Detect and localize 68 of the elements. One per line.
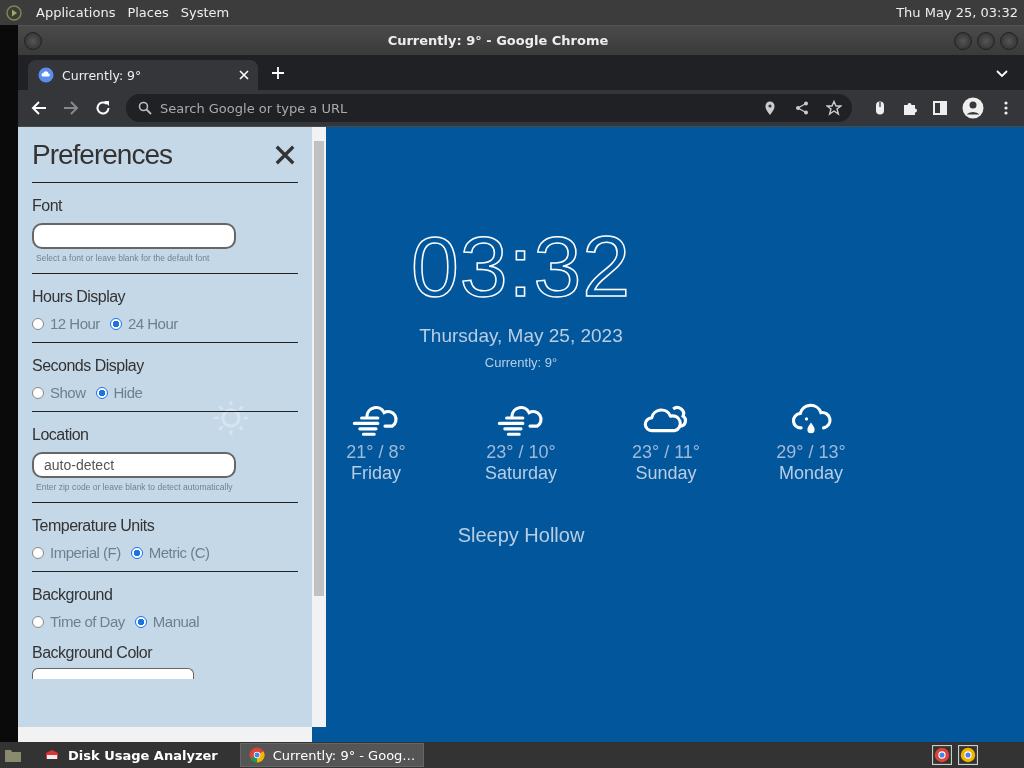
new-tab-icon[interactable] bbox=[270, 64, 286, 81]
radio-button[interactable] bbox=[109, 317, 122, 330]
setting-label: Temperature Units bbox=[32, 517, 156, 535]
radio-button[interactable] bbox=[32, 615, 44, 628]
panel-title: Preferences bbox=[32, 139, 172, 171]
cloud-icon bbox=[38, 67, 54, 83]
option-label[interactable]: Time of Day bbox=[50, 613, 125, 630]
profile-icon[interactable] bbox=[962, 97, 984, 119]
star-icon[interactable] bbox=[826, 100, 842, 116]
back-icon[interactable] bbox=[30, 99, 48, 117]
radio-button[interactable] bbox=[134, 615, 147, 628]
panel-menu[interactable]: Applications bbox=[36, 5, 116, 20]
menu-logo-icon[interactable] bbox=[6, 4, 22, 21]
option-label[interactable]: 24 Hour bbox=[127, 315, 178, 332]
setting-label: Background bbox=[32, 586, 114, 604]
close-icon[interactable] bbox=[274, 144, 296, 166]
temperature-range: 23° / 11° bbox=[631, 442, 701, 463]
chrome-icon bbox=[248, 747, 265, 763]
scrollbar[interactable] bbox=[312, 127, 326, 727]
day-name: Sunday bbox=[635, 463, 697, 484]
radio-button[interactable] bbox=[95, 386, 108, 399]
taskbar-item[interactable]: Currently: 9° - Goog… bbox=[239, 743, 425, 767]
setting-label: Location bbox=[32, 426, 90, 444]
option-label[interactable]: Metric (C) bbox=[148, 544, 210, 561]
help-text: Enter zip code or leave blank to detect automatically bbox=[36, 482, 234, 492]
option-label[interactable]: Imperial (F) bbox=[50, 544, 121, 561]
color-field[interactable] bbox=[32, 668, 194, 679]
reload-icon[interactable] bbox=[94, 99, 112, 117]
option-label[interactable]: Show bbox=[50, 384, 86, 401]
day-name: Monday bbox=[778, 463, 843, 484]
radio-button[interactable] bbox=[130, 546, 143, 559]
temperature-range: 21° / 8° bbox=[346, 442, 406, 463]
panel-menu[interactable]: Places bbox=[127, 5, 169, 20]
forward-icon[interactable] bbox=[62, 99, 80, 117]
date-text: Thursday, May 25, 2023 bbox=[419, 325, 623, 347]
temperature-range: 29° / 13° bbox=[776, 442, 846, 463]
setting-label: Hours Display bbox=[32, 288, 127, 306]
input-field[interactable] bbox=[32, 223, 236, 249]
search-icon bbox=[138, 101, 152, 115]
setting-label: Background Color bbox=[32, 644, 154, 662]
puzzle-icon[interactable] bbox=[902, 100, 918, 116]
setting-label: Font bbox=[32, 197, 64, 215]
horizontal-scrollbar[interactable] bbox=[18, 727, 312, 742]
day-name: Saturday bbox=[484, 463, 557, 484]
chrome-icon[interactable] bbox=[932, 745, 952, 765]
input-field[interactable]: auto-detect bbox=[32, 452, 236, 478]
radio-button[interactable] bbox=[32, 317, 44, 330]
panel-menu[interactable]: System bbox=[180, 5, 230, 20]
option-label[interactable]: 12 Hour bbox=[50, 315, 100, 332]
radio-button[interactable] bbox=[32, 386, 44, 399]
day-name: Friday bbox=[351, 463, 401, 484]
address-bar[interactable]: Search Google or type a URL bbox=[126, 94, 852, 122]
browser-tab[interactable]: Currently: 9° bbox=[28, 60, 258, 90]
clock-time: 03:32 bbox=[410, 223, 632, 309]
location-name: Sleepy Hollow bbox=[457, 524, 585, 547]
share-icon[interactable] bbox=[794, 100, 810, 116]
temperature-range: 23° / 10° bbox=[486, 442, 556, 463]
radio-button[interactable] bbox=[32, 546, 44, 559]
help-text: Select a font or leave blank for the default font bbox=[36, 253, 211, 263]
option-label[interactable]: Manual bbox=[152, 613, 199, 630]
window-title: Currently: 9° - Google Chrome bbox=[386, 33, 610, 48]
option-label[interactable]: Hide bbox=[113, 384, 143, 401]
taskbar-item[interactable]: Disk Usage Analyzer bbox=[36, 744, 226, 766]
panel-clock[interactable]: Thu May 25, 03:32 bbox=[896, 5, 1018, 20]
chrome-icon[interactable] bbox=[958, 745, 978, 765]
side-panel-icon[interactable] bbox=[932, 100, 948, 116]
setting-label: Seconds Display bbox=[32, 357, 145, 375]
current-temperature: Currently: 9° bbox=[484, 355, 558, 370]
